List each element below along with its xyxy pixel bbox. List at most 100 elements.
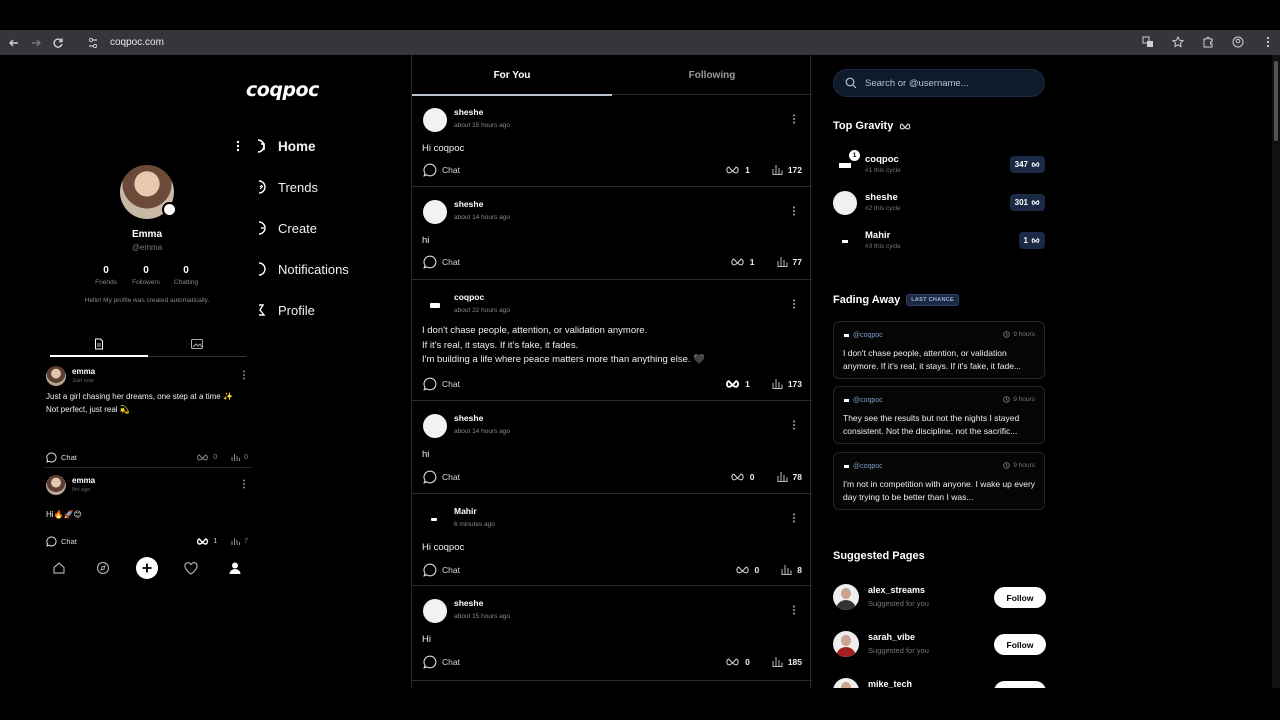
avatar[interactable] <box>46 475 66 495</box>
back-icon[interactable] <box>6 35 22 51</box>
gravity-item[interactable]: sheshe #2 this cycle 301 <box>833 188 1047 218</box>
suggested-item[interactable]: alex_streams Suggested for you Follow <box>833 581 1047 615</box>
page-scrollbar[interactable] <box>1272 55 1280 688</box>
tab-media[interactable] <box>148 333 246 355</box>
explore-icon[interactable] <box>94 559 112 577</box>
suggested-name[interactable]: sarah_vibe <box>868 632 915 642</box>
post-author[interactable]: Mahir <box>454 506 477 516</box>
address-bar[interactable]: coqpoc.com <box>80 32 1160 53</box>
avatar[interactable] <box>423 507 447 531</box>
fading-user[interactable]: @coqpoc <box>844 463 883 470</box>
avatar[interactable] <box>423 414 447 438</box>
suggested-name[interactable]: mike_tech <box>868 679 912 688</box>
follow-button[interactable] <box>994 681 1046 688</box>
feed-post[interactable]: sheshe about 15 hours ago Hi Chat 0 185 <box>412 586 812 681</box>
chat-button[interactable]: Chat <box>46 452 77 463</box>
stat-followers[interactable]: 0 Followers <box>126 265 166 286</box>
avatar[interactable] <box>423 293 447 317</box>
list-item[interactable]: emma 8m ago Hi🔥🚀😊 Chat 1 7 <box>44 471 252 551</box>
account-icon[interactable] <box>1230 34 1246 50</box>
heart-icon[interactable] <box>182 559 200 577</box>
nav-item-create[interactable]: Create <box>236 217 396 239</box>
more-icon[interactable] <box>792 420 796 430</box>
post-author[interactable]: coqpoc <box>454 292 484 302</box>
nav-item-trends[interactable]: Trends <box>236 176 396 198</box>
user-icon[interactable] <box>226 559 244 577</box>
tab-following[interactable]: Following <box>612 55 812 95</box>
feed-post[interactable]: sheshe about 14 hours ago hi Chat 0 78 <box>412 401 812 494</box>
more-icon[interactable] <box>792 114 796 124</box>
fading-card[interactable]: @coqpoc 9 hours They see the results but… <box>833 386 1045 444</box>
search-input[interactable] <box>865 77 1035 89</box>
feed-post[interactable]: sheshe about 14 hours ago hi Chat 1 77 <box>412 187 812 280</box>
more-icon[interactable] <box>792 299 796 309</box>
chat-button[interactable]: Chat <box>423 377 460 391</box>
list-item[interactable]: emma Just now Just a girl chasing her dr… <box>44 362 252 468</box>
browser-menu-icon[interactable] <box>1260 34 1276 50</box>
more-icon[interactable] <box>242 479 246 489</box>
feed-post[interactable]: coqpoc about 22 hours ago I don't chase … <box>412 280 812 401</box>
follow-button[interactable]: Follow <box>994 634 1046 655</box>
post-author[interactable]: emma <box>72 367 95 376</box>
chat-button[interactable]: Chat <box>423 163 460 177</box>
gravity-icon[interactable] <box>730 473 745 481</box>
site-settings-icon[interactable] <box>86 36 100 50</box>
search-box[interactable] <box>833 69 1045 97</box>
nav-item-notifications[interactable]: Notifications <box>236 258 396 280</box>
avatar[interactable] <box>833 229 857 253</box>
gravity-name[interactable]: coqpoc <box>865 154 899 165</box>
more-icon[interactable] <box>792 605 796 615</box>
gravity-name[interactable]: sheshe <box>865 192 898 203</box>
edit-avatar-icon[interactable] <box>162 202 177 217</box>
chat-button[interactable]: Chat <box>423 563 460 577</box>
more-icon[interactable] <box>792 206 796 216</box>
post-author[interactable]: sheshe <box>454 107 483 117</box>
suggested-item[interactable]: sarah_vibe Suggested for you Follow <box>833 628 1047 662</box>
fading-user[interactable]: @coqpoc <box>844 397 883 404</box>
scrollbar-thumb[interactable] <box>1274 61 1278 141</box>
gravity-icon[interactable] <box>725 166 740 174</box>
gravity-icon[interactable] <box>730 258 745 266</box>
post-author[interactable]: sheshe <box>454 199 483 209</box>
fading-user[interactable]: @coqpoc <box>844 332 883 339</box>
suggested-name[interactable]: alex_streams <box>868 585 925 595</box>
add-post-button[interactable] <box>136 557 158 579</box>
avatar[interactable] <box>833 678 859 688</box>
post-author[interactable]: sheshe <box>454 413 483 423</box>
stat-chatting[interactable]: 0 Chatting <box>166 265 206 286</box>
url-text[interactable]: coqpoc.com <box>110 37 164 48</box>
app-logo[interactable]: coqpoc <box>246 79 319 101</box>
chat-button[interactable]: Chat <box>46 536 77 547</box>
translate-icon[interactable] <box>1140 34 1156 50</box>
avatar[interactable] <box>833 584 859 610</box>
nav-item-profile[interactable]: Profile <box>236 299 396 321</box>
post-author[interactable]: sheshe <box>454 598 483 608</box>
chat-button[interactable]: Chat <box>423 655 460 669</box>
more-icon[interactable] <box>236 140 244 152</box>
avatar[interactable] <box>423 200 447 224</box>
gravity-item[interactable]: Mahir #3 this cycle 1 <box>833 226 1047 256</box>
tab-for-you[interactable]: For You <box>412 55 612 96</box>
tab-posts[interactable] <box>50 333 148 357</box>
avatar[interactable] <box>423 108 447 132</box>
reload-icon[interactable] <box>50 35 66 51</box>
gravity-icon[interactable] <box>725 379 740 388</box>
suggested-item[interactable]: mike_tech <box>833 675 1047 688</box>
home-icon[interactable] <box>50 559 68 577</box>
extensions-icon[interactable] <box>1200 34 1216 50</box>
gravity-icon[interactable] <box>735 566 750 574</box>
stat-friends[interactable]: 0 Friends <box>86 265 126 286</box>
gravity-item[interactable]: 1 coqpoc #1 this cycle 347 <box>833 150 1047 180</box>
avatar[interactable] <box>423 599 447 623</box>
avatar[interactable] <box>833 191 857 215</box>
gravity-icon[interactable] <box>725 658 740 666</box>
forward-icon[interactable] <box>28 35 44 51</box>
post-author[interactable]: emma <box>72 476 95 485</box>
avatar[interactable] <box>120 165 177 219</box>
feed-post[interactable]: sheshe about 15 hours ago Hi coqpoc Chat… <box>412 95 812 187</box>
bookmark-star-icon[interactable] <box>1170 34 1186 50</box>
avatar[interactable] <box>46 366 66 386</box>
nav-item-home[interactable]: Home <box>236 135 396 157</box>
gravity-name[interactable]: Mahir <box>865 230 890 241</box>
more-icon[interactable] <box>792 513 796 523</box>
